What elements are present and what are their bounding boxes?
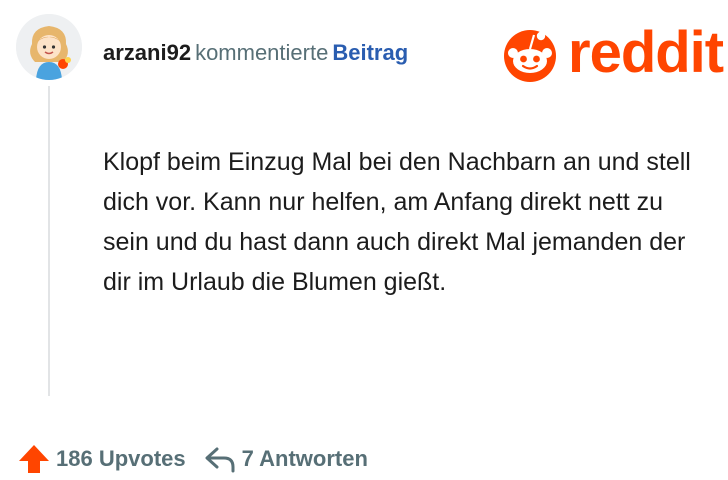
reddit-logo[interactable]: reddit xyxy=(498,20,724,85)
comment-body: Klopf beim Einzug Mal bei den Nachbarn a… xyxy=(103,148,691,296)
upvote-count: 186 Upvotes xyxy=(56,446,186,471)
post-link[interactable]: Beitrag xyxy=(332,40,408,65)
reddit-wordmark: reddit xyxy=(568,20,724,85)
avatar-icon xyxy=(16,14,82,80)
comment-header: arzani92 kommentierte Beitrag xyxy=(103,40,408,66)
reply-button[interactable]: 7 Antworten xyxy=(204,443,368,475)
username[interactable]: arzani92 xyxy=(103,40,191,65)
comment-action: kommentierte xyxy=(195,40,329,65)
reddit-alien-icon xyxy=(504,30,556,82)
reply-arrow-icon xyxy=(205,447,235,473)
avatar[interactable] xyxy=(16,14,82,80)
upvote-button[interactable]: 186 Upvotes xyxy=(18,443,186,475)
reply-count: 7 Antworten xyxy=(241,446,368,471)
upvote-arrow-icon xyxy=(19,445,49,473)
thread-line xyxy=(48,86,50,396)
comment-footer: 186 Upvotes 7 Antworten xyxy=(18,440,368,478)
